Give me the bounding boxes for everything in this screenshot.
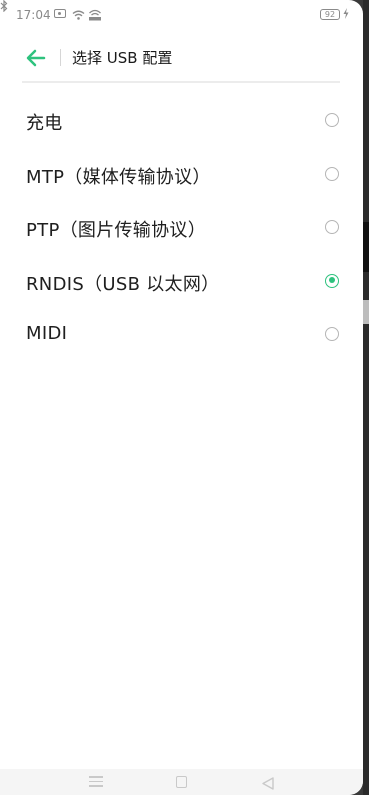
back-button[interactable] bbox=[20, 46, 52, 70]
option-label: 充电 bbox=[26, 113, 63, 134]
usb-config-list: 充电 MTP（媒体传输协议） PTP（图片传输协议） RNDIS（USB 以太网… bbox=[0, 94, 363, 362]
arrow-left-icon bbox=[26, 49, 46, 67]
radio-button[interactable] bbox=[325, 166, 339, 181]
wifi-icon bbox=[72, 9, 85, 20]
option-midi[interactable]: MIDI bbox=[0, 308, 363, 362]
option-label: MTP（媒体传输协议） bbox=[26, 166, 211, 188]
page-title: 选择 USB 配置 bbox=[72, 49, 173, 67]
option-label: PTP（图片传输协议） bbox=[26, 220, 207, 241]
radio-button[interactable] bbox=[325, 327, 339, 341]
header-divider bbox=[60, 49, 61, 66]
navigation-bar bbox=[0, 769, 363, 795]
status-time: 17:04 bbox=[16, 8, 51, 22]
app-header: 选择 USB 配置 bbox=[0, 36, 363, 82]
option-label: RNDIS（USB 以太网） bbox=[26, 273, 220, 295]
phone-screen: 17:04 92 选择 USB 配置 充电 MTP（媒体传输协议） PTP（图片… bbox=[0, 0, 363, 795]
bluetooth-icon bbox=[0, 0, 8, 15]
option-rndis[interactable]: RNDIS（USB 以太网） bbox=[0, 255, 363, 309]
radio-button-selected[interactable] bbox=[325, 273, 339, 288]
option-ptp[interactable]: PTP（图片传输协议） bbox=[0, 201, 363, 255]
header-separator bbox=[22, 81, 340, 83]
phone-bezel bbox=[363, 0, 369, 795]
radio-button[interactable] bbox=[325, 113, 339, 127]
option-mtp[interactable]: MTP（媒体传输协议） bbox=[0, 148, 363, 202]
background-edge bbox=[363, 222, 369, 272]
option-charging[interactable]: 充电 bbox=[0, 94, 363, 148]
menu-icon[interactable] bbox=[89, 776, 103, 790]
radio-button[interactable] bbox=[325, 220, 339, 234]
background-edge bbox=[363, 300, 369, 324]
charging-icon bbox=[343, 8, 349, 22]
vpn-icon bbox=[88, 7, 102, 21]
back-icon[interactable] bbox=[262, 775, 274, 794]
photo-icon bbox=[54, 9, 66, 18]
battery-icon: 92 bbox=[320, 9, 340, 20]
home-icon[interactable] bbox=[176, 776, 187, 788]
option-label: MIDI bbox=[26, 323, 68, 344]
status-bar: 17:04 92 bbox=[0, 0, 363, 30]
